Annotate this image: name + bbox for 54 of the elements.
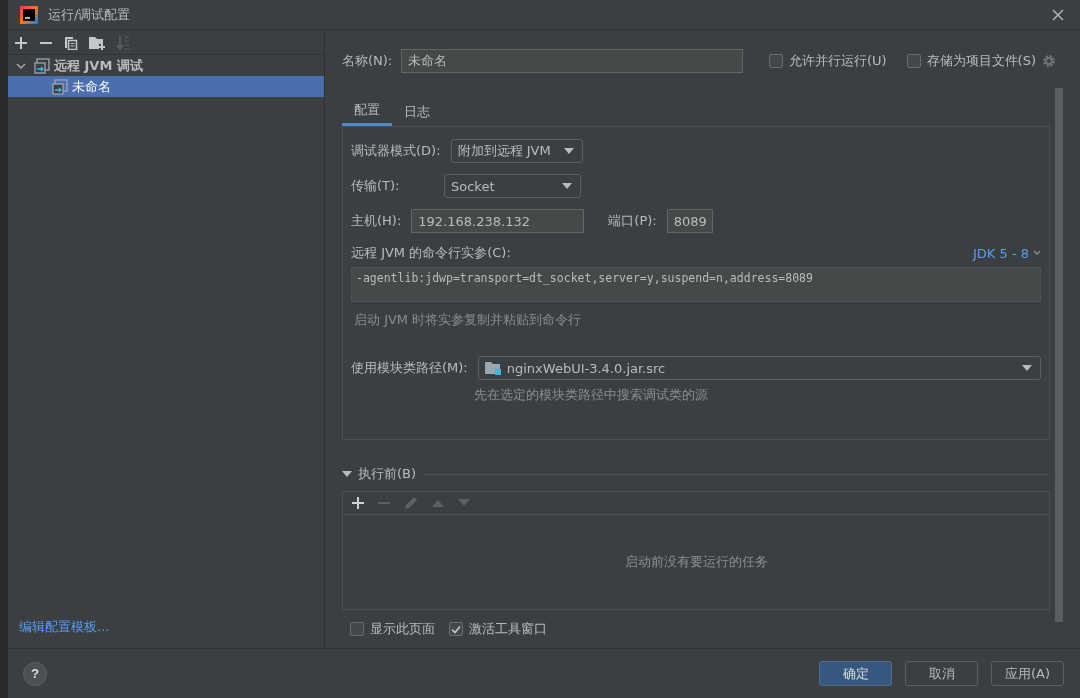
app-logo-icon [20, 5, 38, 24]
tab[interactable]: 日志 [392, 96, 442, 126]
checkbox[interactable] [768, 54, 783, 68]
debugger-mode-label: 调试器模式(D): [351, 142, 441, 160]
debugger-mode-dropdown[interactable]: 附加到远程 JVM [450, 139, 583, 163]
tree-item[interactable]: 远程 JVM 调试 [8, 55, 324, 76]
dialog-button[interactable]: 应用(A) [991, 661, 1064, 686]
dialog-button[interactable]: 确定 [819, 661, 892, 686]
host-field[interactable]: 192.168.238.132 [411, 209, 585, 233]
folder-add-icon[interactable] [89, 36, 105, 50]
copy-icon[interactable] [64, 36, 78, 50]
jdk-version-link[interactable]: JDK 5 - 8 [973, 245, 1041, 261]
collapse-triangle-icon[interactable] [342, 470, 352, 478]
help-button[interactable]: ? [23, 661, 47, 686]
add-icon[interactable] [14, 36, 28, 50]
scrollbar[interactable] [1055, 88, 1063, 622]
checkbox-label: 显示此页面 [370, 620, 435, 638]
folder-icon [484, 361, 501, 375]
host-label: 主机(H): [351, 212, 402, 230]
checkbox[interactable] [449, 622, 463, 636]
port-label: 端口(P): [608, 212, 657, 230]
window-title: 运行/调试配置 [48, 5, 132, 24]
checkbox[interactable] [906, 54, 921, 68]
hint-text: 先在选定的模块类路径中搜索调试类的源 [474, 386, 709, 404]
close-icon[interactable] [1052, 8, 1064, 21]
module-classpath-label: 使用模块类路径(M): [351, 359, 468, 377]
tree-item[interactable]: 未命名 [8, 76, 324, 97]
add-icon[interactable] [351, 496, 365, 510]
module-classpath-dropdown[interactable]: nginxWebUI-3.4.0.jar.src [477, 356, 1041, 380]
checkbox-label: 激活工具窗口 [469, 620, 547, 638]
chevron-down-icon [1033, 250, 1041, 256]
tab[interactable]: 配置 [342, 96, 392, 126]
before-launch-title: 执行前(B) [358, 465, 417, 483]
transport-label: 传输(T): [351, 177, 401, 195]
hint-text: 启动 JVM 时将实参复制并粘贴到命令行 [354, 311, 583, 329]
checkbox-label: 允许并行运行(U) [788, 52, 887, 70]
dropdown-arrow-icon [1022, 365, 1032, 371]
checkbox[interactable] [350, 622, 364, 636]
config-icon [34, 57, 50, 74]
port-field[interactable]: 8089 [666, 209, 713, 233]
empty-task-text: 启动前没有要运行的任务 [624, 553, 768, 571]
transport-dropdown[interactable]: Socket [444, 174, 581, 198]
dropdown-arrow-icon [562, 183, 572, 189]
command-line-field[interactable]: -agentlib:jdwp=transport=dt_socket,server=y,suspend=n,address=8089 [351, 267, 1041, 302]
edit-templates-link[interactable]: 编辑配置模板... [8, 618, 324, 648]
checkbox-label: 存储为项目文件(S) [926, 52, 1036, 70]
settings-icon[interactable] [1042, 54, 1056, 68]
name-label: 名称(N): [342, 52, 393, 70]
dropdown-arrow-icon [563, 148, 574, 154]
check-icon [451, 624, 461, 634]
config-icon [52, 78, 68, 95]
name-field[interactable]: 未命名 [401, 49, 744, 73]
dialog-button[interactable]: 取消 [905, 661, 978, 686]
command-line-label: 远程 JVM 的命令行实参(C): [351, 244, 511, 262]
